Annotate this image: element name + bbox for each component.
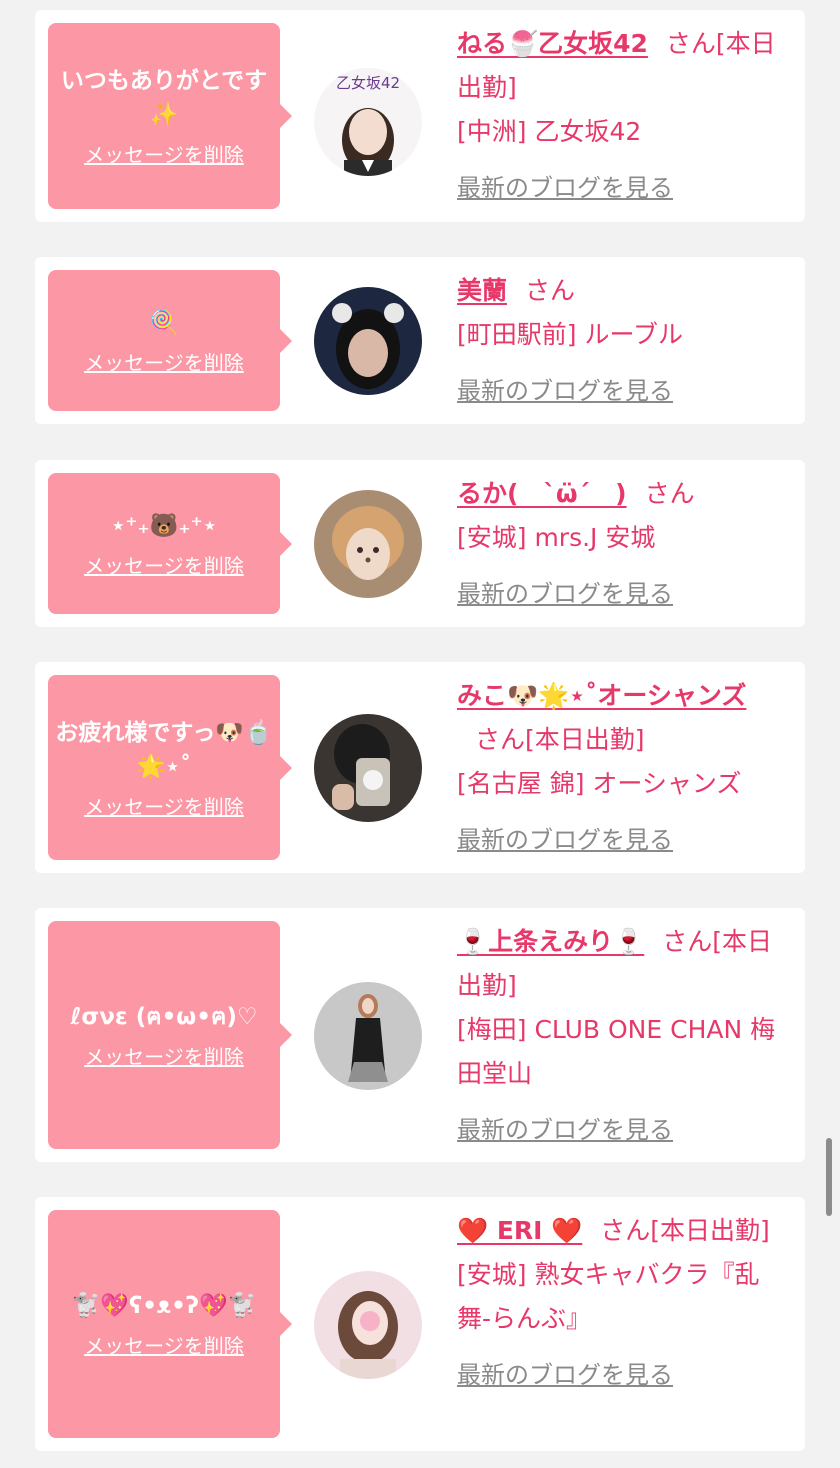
avatar[interactable]: [314, 982, 422, 1090]
message-text: 🐩💖ʕ•ᴥ•ʔ💖🐩: [71, 1293, 257, 1319]
shop-info: [安城] mrs.J 安城: [457, 523, 656, 552]
avatar[interactable]: 乙女坂42: [314, 68, 422, 176]
girl-info: 🍷上条えみり🍷 さん[本日出勤] [梅田] CLUB ONE CHAN 梅田堂山 …: [457, 920, 789, 1152]
message-text: 🍭: [149, 309, 179, 336]
shop-info: [中洲] 乙女坂42: [457, 117, 642, 146]
latest-blog-link[interactable]: 最新のブログを見る: [457, 166, 673, 210]
avatar[interactable]: [314, 1271, 422, 1379]
latest-blog-link[interactable]: 最新のブログを見る: [457, 369, 673, 413]
girl-info: 美蘭 さん [町田駅前] ルーブル 最新のブログを見る: [457, 269, 789, 413]
girl-name-link[interactable]: 🍷上条えみり🍷: [457, 927, 644, 956]
latest-blog-link[interactable]: 最新のブログを見る: [457, 1353, 673, 1397]
avatar[interactable]: [314, 490, 422, 598]
girl-name-link[interactable]: るか( `ω̈´ ): [457, 479, 627, 508]
message-card: お疲れ様ですっ🐶🍵🌟⋆˚ メッセージを削除 みこ🐶🌟⋆˚オーシャンズさん[本日出…: [35, 662, 805, 873]
girl-name-link[interactable]: ねる🍧乙女坂42: [457, 29, 648, 58]
message-card: いつもありがとです✨ メッセージを削除 乙女坂42 ねる🍧乙女坂42 さん[本日出…: [35, 10, 805, 222]
girl-info: ❤️ ERI ❤️ さん[本日出勤] [安城] 熟女キャバクラ『乱舞-らんぶ』 最…: [457, 1209, 789, 1397]
delete-message-link[interactable]: メッセージを削除: [84, 1044, 244, 1070]
message-card: ⋆⁺₊🐻₊⁺⋆ メッセージを削除 るか( `ω̈´ ) さん [安城] mrs.J…: [35, 460, 805, 627]
shop-info: [安城] 熟女キャバクラ『乱舞-らんぶ』: [457, 1260, 760, 1333]
girl-name-link[interactable]: みこ🐶🌟⋆˚オーシャンズ: [457, 681, 746, 710]
girl-name-link[interactable]: 美蘭: [457, 276, 507, 305]
shop-info: [町田駅前] ルーブル: [457, 320, 683, 349]
message-card: ℓσνε (ฅ•ω•ฅ)♡ メッセージを削除 🍷上条えみり🍷 さん[本日出勤] […: [35, 908, 805, 1162]
latest-blog-link[interactable]: 最新のブログを見る: [457, 818, 673, 862]
delete-message-link[interactable]: メッセージを削除: [84, 350, 244, 376]
delete-message-link[interactable]: メッセージを削除: [84, 142, 244, 168]
latest-blog-link[interactable]: 最新のブログを見る: [457, 1108, 673, 1152]
message-bubble: 🍭 メッセージを削除: [48, 270, 292, 411]
girl-info: ねる🍧乙女坂42 さん[本日出勤] [中洲] 乙女坂42 最新のブログを見る: [457, 22, 789, 210]
avatar[interactable]: [314, 714, 422, 822]
shop-info: [梅田] CLUB ONE CHAN 梅田堂山: [457, 1015, 776, 1088]
name-suffix: さん: [525, 276, 576, 305]
message-card: 🍭 メッセージを削除 美蘭 さん [町田駅前] ルーブル 最新のブログを見る: [35, 257, 805, 424]
avatar[interactable]: [314, 287, 422, 395]
name-suffix: さん[本日出勤]: [475, 725, 645, 754]
message-bubble: 🐩💖ʕ•ᴥ•ʔ💖🐩 メッセージを削除: [48, 1210, 292, 1438]
shop-info: [名古屋 錦] オーシャンズ: [457, 769, 742, 798]
message-text: お疲れ様ですっ🐶🍵🌟⋆˚: [55, 719, 273, 780]
name-suffix: さん: [644, 479, 695, 508]
delete-message-link[interactable]: メッセージを削除: [84, 1333, 244, 1359]
message-text: いつもありがとです✨: [60, 68, 268, 128]
message-bubble: ℓσνε (ฅ•ω•ฅ)♡ メッセージを削除: [48, 921, 292, 1149]
message-bubble: いつもありがとです✨ メッセージを削除: [48, 23, 292, 209]
girl-info: みこ🐶🌟⋆˚オーシャンズさん[本日出勤] [名古屋 錦] オーシャンズ 最新のブ…: [457, 674, 789, 862]
girl-name-link[interactable]: ❤️ ERI ❤️: [457, 1216, 582, 1245]
delete-message-link[interactable]: メッセージを削除: [84, 794, 244, 820]
avatar-logo-text: 乙女坂42: [336, 74, 400, 92]
message-bubble: ⋆⁺₊🐻₊⁺⋆ メッセージを削除: [48, 473, 292, 614]
message-text: ℓσνε (ฅ•ω•ฅ)♡: [70, 1004, 258, 1030]
name-suffix: さん[本日出勤]: [600, 1216, 770, 1245]
scrollbar[interactable]: [826, 1138, 832, 1216]
girl-info: るか( `ω̈´ ) さん [安城] mrs.J 安城 最新のブログを見る: [457, 472, 789, 616]
delete-message-link[interactable]: メッセージを削除: [84, 553, 244, 579]
message-bubble: お疲れ様ですっ🐶🍵🌟⋆˚ メッセージを削除: [48, 675, 292, 860]
message-card: 🐩💖ʕ•ᴥ•ʔ💖🐩 メッセージを削除 ❤️ ERI ❤️ さん[本日出勤] [安城…: [35, 1197, 805, 1451]
message-text: ⋆⁺₊🐻₊⁺⋆: [111, 512, 217, 539]
latest-blog-link[interactable]: 最新のブログを見る: [457, 572, 673, 616]
